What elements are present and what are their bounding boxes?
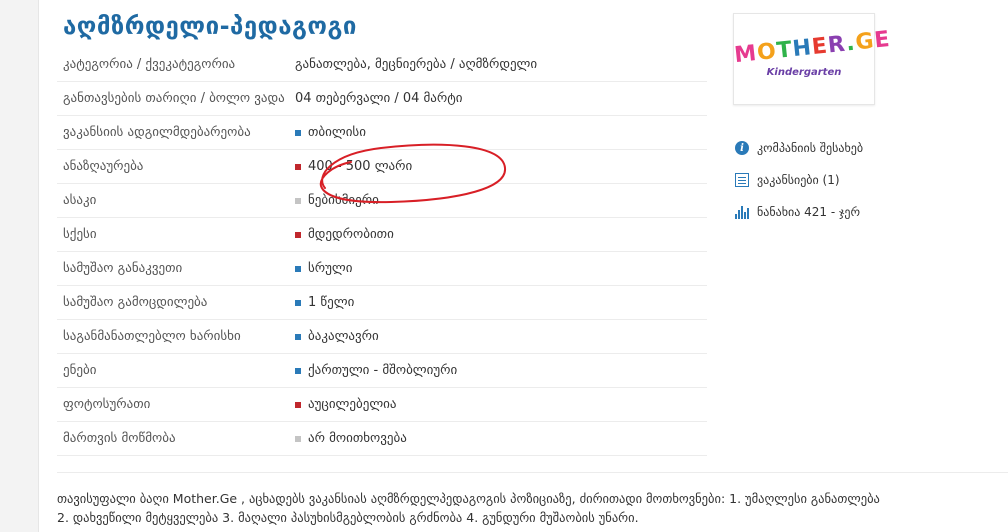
detail-value: ბაკალავრი bbox=[295, 320, 707, 353]
bar-chart-icon bbox=[735, 205, 749, 219]
detail-value-text: არ მოითხოვება bbox=[308, 431, 407, 446]
detail-row: ასაკი ნებისმიერი bbox=[57, 184, 707, 218]
detail-row: ანაზღაურება 400 - 500 ლარი bbox=[57, 150, 707, 184]
marker-square-icon bbox=[295, 299, 301, 306]
description-line: 2. დახვეწილი მეტყველება 3. მაღალი პასუხი… bbox=[57, 510, 639, 525]
company-logo[interactable]: MOTHER.GE Kindergarten bbox=[733, 13, 892, 105]
detail-value: აუცილებელია bbox=[295, 388, 707, 421]
description-line: თავისუფალი ბაღი Mother.Ge , აცხადებს ვაკ… bbox=[57, 491, 880, 506]
detail-value: ნებისმიერი bbox=[295, 184, 707, 217]
detail-label: სქესი bbox=[63, 227, 97, 242]
detail-value-text: მდედრობითი bbox=[308, 227, 394, 242]
detail-label: ენები bbox=[63, 363, 97, 378]
detail-value-text: 400 - 500 ლარი bbox=[308, 159, 413, 174]
detail-row: კატეგორია / ქვეკატეგორია განათლება, მეცნი… bbox=[57, 48, 707, 82]
detail-value: 04 თებერვალი / 04 მარტი bbox=[295, 82, 707, 115]
detail-value: თბილისი bbox=[295, 116, 707, 149]
detail-value: არ მოითხოვება bbox=[295, 422, 707, 455]
marker-square-icon bbox=[295, 401, 301, 408]
detail-label: სამუშაო გამოცდილება bbox=[63, 295, 208, 310]
detail-value: 400 - 500 ლარი bbox=[295, 150, 707, 183]
detail-value-text: 04 თებერვალი / 04 მარტი bbox=[295, 91, 463, 106]
detail-value-text: ნებისმიერი bbox=[308, 193, 379, 208]
document-icon bbox=[735, 173, 749, 187]
detail-value: ქართული - მშობლიური bbox=[295, 354, 707, 387]
marker-square-icon bbox=[295, 163, 301, 170]
detail-row: ვაკანსიის ადგილმდებარეობა თბილისი bbox=[57, 116, 707, 150]
marker-square-icon bbox=[295, 333, 301, 340]
detail-label: ასაკი bbox=[63, 193, 97, 208]
marker-square-icon bbox=[295, 435, 301, 442]
detail-row: ენები ქართული - მშობლიური bbox=[57, 354, 707, 388]
info-icon: i bbox=[735, 141, 749, 155]
marker-square-icon bbox=[295, 197, 301, 204]
marker-square-icon bbox=[295, 265, 301, 272]
marker-square-icon bbox=[295, 231, 301, 238]
logo-subtitle: Kindergarten bbox=[766, 67, 842, 78]
detail-label: ფოტოსურათი bbox=[63, 397, 151, 412]
detail-row: სამუშაო გამოცდილება 1 წელი bbox=[57, 286, 707, 320]
detail-row: ფოტოსურათი აუცილებელია bbox=[57, 388, 707, 422]
detail-value-text: განათლება, მეცნიერება / აღმზრდელი bbox=[295, 57, 538, 72]
company-vacancies-label: ვაკანსიები (1) bbox=[757, 173, 840, 187]
vacancy-description: თავისუფალი ბაღი Mother.Ge , აცხადებს ვაკ… bbox=[57, 472, 1008, 527]
detail-label: საგანმანათლებლო ხარისხი bbox=[63, 329, 241, 344]
detail-value: 1 წელი bbox=[295, 286, 707, 319]
detail-value: სრული bbox=[295, 252, 707, 285]
vacancy-details-table: კატეგორია / ქვეკატეგორია განათლება, მეცნი… bbox=[57, 48, 707, 456]
detail-row: საგანმანათლებლო ხარისხი ბაკალავრი bbox=[57, 320, 707, 354]
detail-value: განათლება, მეცნიერება / აღმზრდელი bbox=[295, 48, 707, 81]
detail-label: კატეგორია / ქვეკატეგორია bbox=[63, 57, 236, 72]
detail-label: ვაკანსიის ადგილმდებარეობა bbox=[63, 125, 251, 140]
about-company-label: კომპანიის შესახებ bbox=[757, 141, 864, 155]
detail-value-text: 1 წელი bbox=[308, 295, 355, 310]
logo-brand-text: MOTHER.GE bbox=[733, 26, 892, 69]
detail-value: მდედრობითი bbox=[295, 218, 707, 251]
detail-row: მართვის მოწმობა არ მოითხოვება bbox=[57, 422, 707, 456]
marker-square-icon bbox=[295, 367, 301, 374]
company-sidebar: i კომპანიის შესახებ ვაკანსიები (1) ნანახ… bbox=[735, 132, 995, 228]
about-company-link[interactable]: i კომპანიის შესახებ bbox=[735, 132, 995, 164]
detail-value-text: აუცილებელია bbox=[308, 397, 397, 412]
detail-value-text: სრული bbox=[308, 261, 353, 276]
vacancy-card: აღმზრდელი-პედაგოგი კატეგორია / ქვეკატეგო… bbox=[38, 0, 1008, 532]
views-counter-label: ნანახია 421 - ჯერ bbox=[757, 205, 861, 219]
company-vacancies-link[interactable]: ვაკანსიები (1) bbox=[735, 164, 995, 196]
detail-row: განთავსების თარიღი / ბოლო ვადა 04 თებერვა… bbox=[57, 82, 707, 116]
detail-label: ანაზღაურება bbox=[63, 159, 144, 174]
marker-square-icon bbox=[295, 129, 301, 136]
detail-row: სამუშაო განაკვეთი სრული bbox=[57, 252, 707, 286]
detail-row: სქესი მდედრობითი bbox=[57, 218, 707, 252]
detail-value-text: ქართული - მშობლიური bbox=[308, 363, 458, 378]
page-title: აღმზრდელი-პედაგოგი bbox=[63, 12, 357, 40]
detail-label: მართვის მოწმობა bbox=[63, 431, 176, 446]
detail-label: განთავსების თარიღი / ბოლო ვადა bbox=[63, 91, 285, 106]
detail-value-text: თბილისი bbox=[308, 125, 366, 140]
views-counter: ნანახია 421 - ჯერ bbox=[735, 196, 995, 228]
detail-label: სამუშაო განაკვეთი bbox=[63, 261, 183, 276]
detail-value-text: ბაკალავრი bbox=[308, 329, 379, 344]
